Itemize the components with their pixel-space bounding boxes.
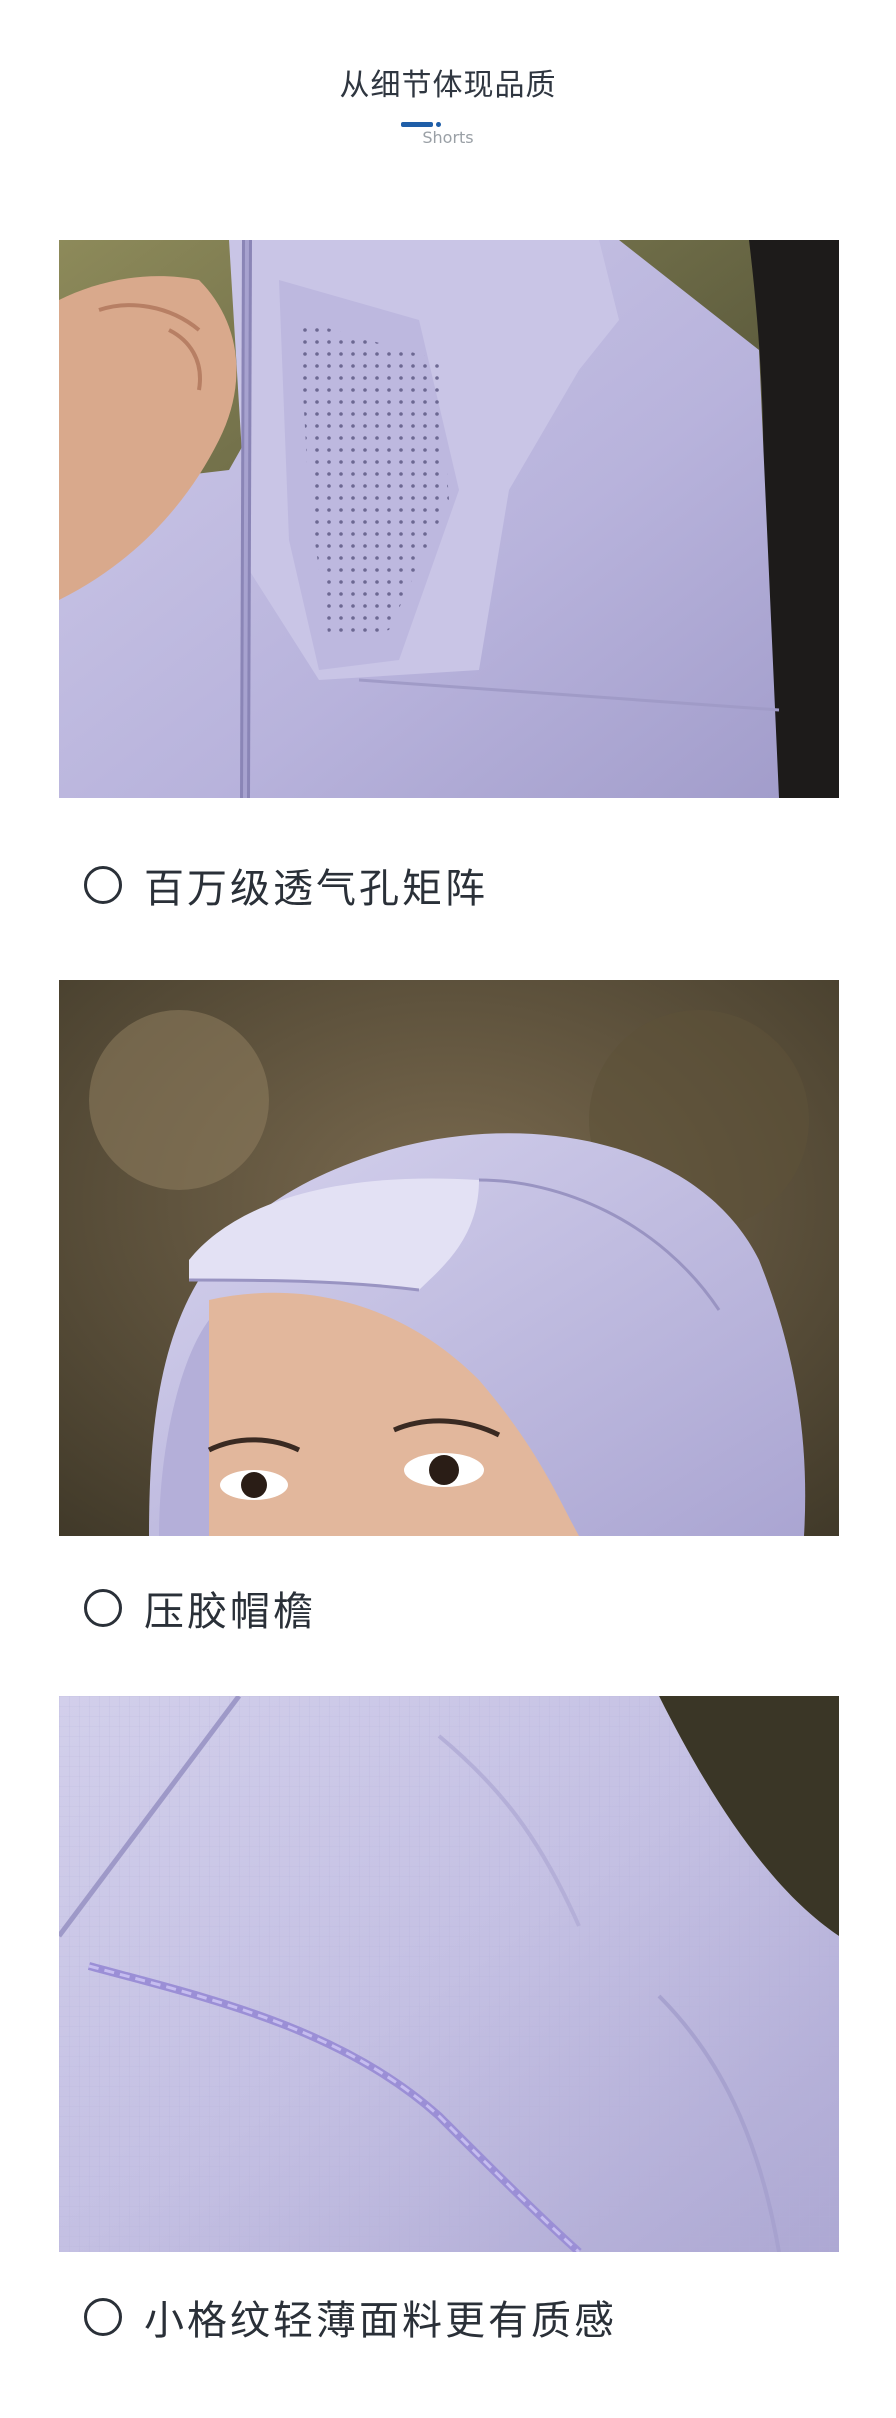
circle-icon bbox=[84, 2298, 122, 2336]
page-title: 从细节体现品质 bbox=[339, 68, 557, 103]
feature-caption-text: 压胶帽檐 bbox=[144, 1589, 316, 1635]
page-subtitle: Shorts bbox=[422, 128, 474, 147]
feature-caption-2: 压胶帽檐 bbox=[84, 1579, 316, 1637]
feature-caption-text: 小格纹轻薄面料更有质感 bbox=[144, 2298, 617, 2344]
feature-caption-3: 小格纹轻薄面料更有质感 bbox=[84, 2288, 617, 2346]
circle-icon bbox=[84, 1589, 122, 1627]
collar-illustration bbox=[59, 240, 839, 798]
jacket-collar-perforated-vent-photo bbox=[59, 240, 839, 798]
title-accent bbox=[401, 122, 441, 127]
circle-icon bbox=[84, 866, 122, 904]
feature-caption-text: 百万级透气孔矩阵 bbox=[144, 866, 488, 912]
hood-illustration bbox=[59, 980, 839, 1536]
accent-dot bbox=[436, 122, 441, 127]
fabric-illustration bbox=[59, 1696, 839, 2252]
feature-caption-1: 百万级透气孔矩阵 bbox=[84, 856, 488, 914]
accent-bar bbox=[401, 122, 434, 127]
hood-brim-closeup-photo bbox=[59, 980, 839, 1536]
ripstop-fabric-closeup-photo bbox=[59, 1696, 839, 2252]
